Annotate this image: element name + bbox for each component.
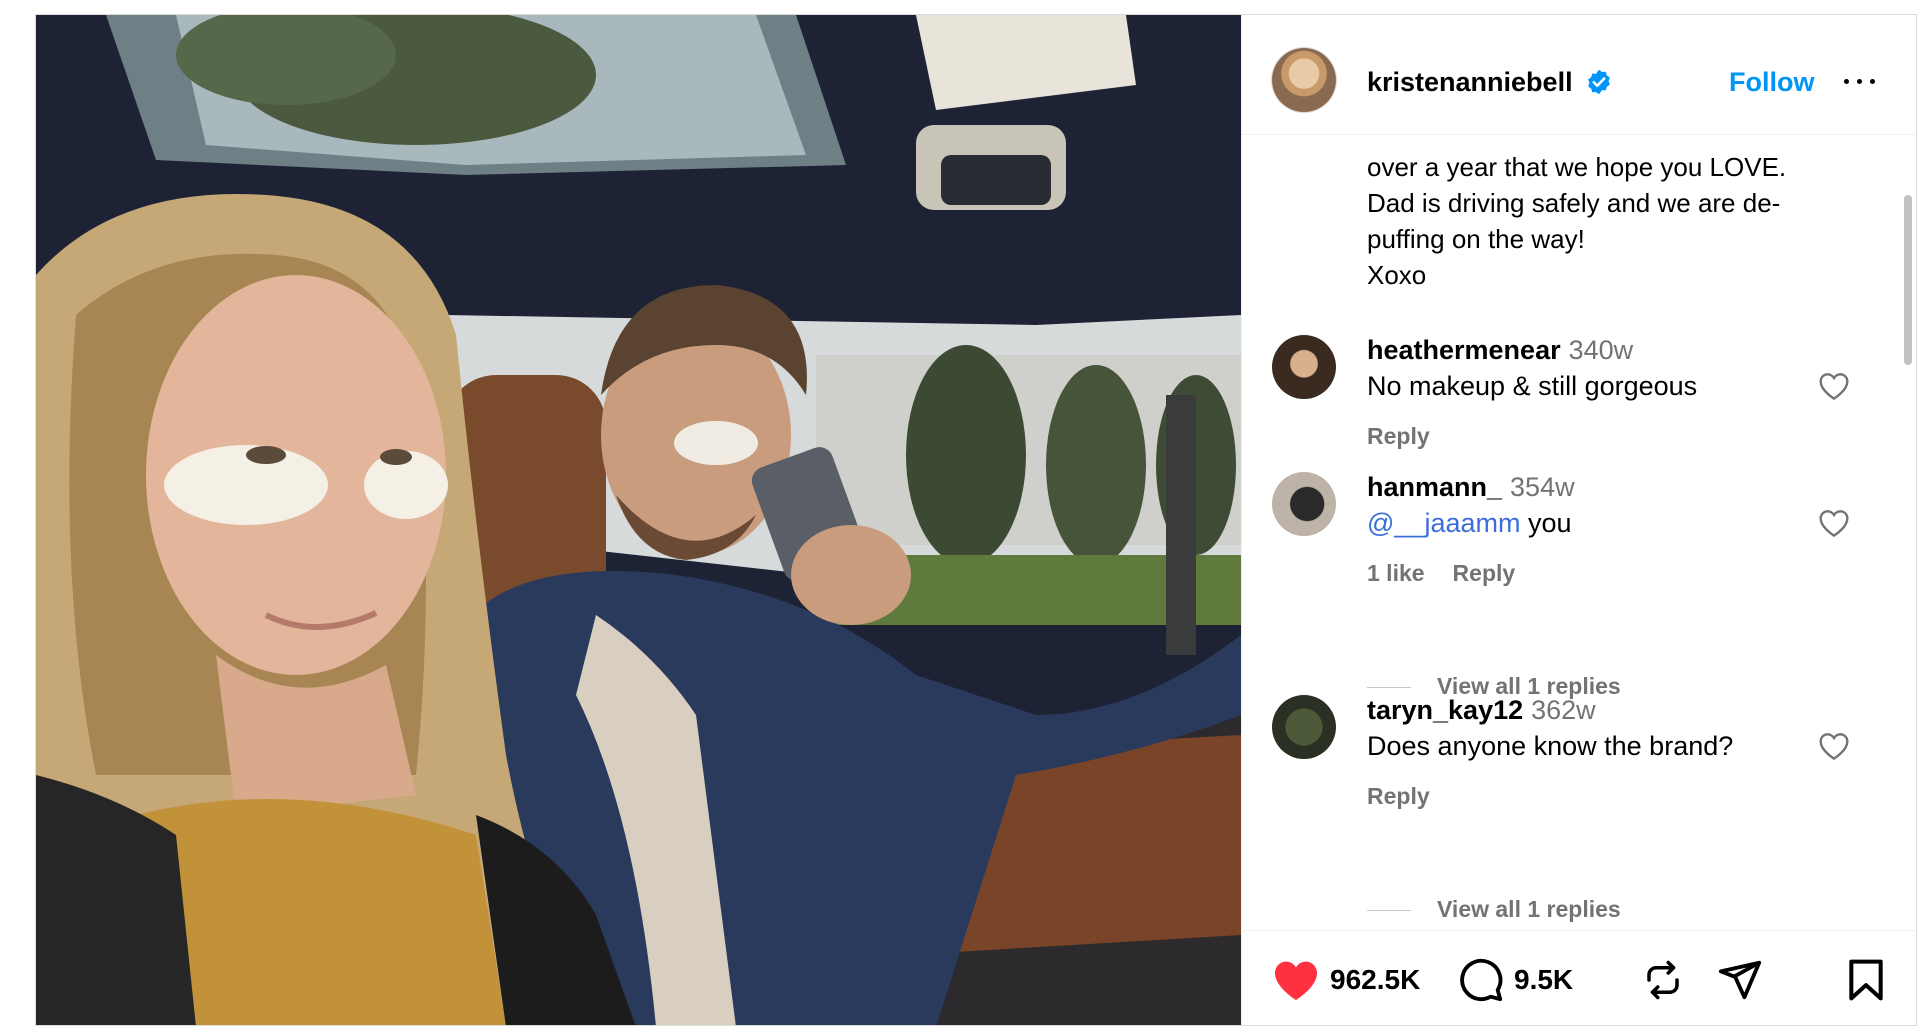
commenter-avatar[interactable]	[1272, 335, 1336, 399]
commenter-username[interactable]: heathermenear	[1367, 335, 1561, 365]
like-count[interactable]: 1 like	[1367, 560, 1425, 586]
comments-list[interactable]: over a year that we hope you LOVE. Dad i…	[1242, 135, 1902, 930]
caption-line: over a year that we hope you LOVE.	[1367, 152, 1787, 182]
comment-timestamp[interactable]: 354w	[1510, 472, 1575, 502]
like-count[interactable]: 962.5K	[1330, 964, 1420, 996]
author-avatar[interactable]	[1272, 48, 1336, 112]
comment-meta: Reply	[1367, 783, 1458, 810]
commenter-avatar[interactable]	[1272, 472, 1336, 536]
share-icon	[1718, 960, 1762, 999]
comment-text: Does anyone know the brand?	[1367, 731, 1734, 761]
follow-button[interactable]: Follow	[1729, 67, 1814, 98]
mention-link[interactable]: @__jaaamm	[1367, 508, 1520, 538]
caption-line: Dad is driving safely and we are de-	[1367, 188, 1781, 218]
commenter-username[interactable]: hanmann_	[1367, 472, 1502, 502]
repost-button[interactable]	[1642, 931, 1684, 1025]
save-button[interactable]	[1847, 931, 1885, 1025]
more-options-icon[interactable]	[1842, 71, 1878, 91]
comment-header: taryn_kay12 362w	[1367, 695, 1596, 726]
comment-text-body: you	[1520, 508, 1572, 538]
heart-outline-icon[interactable]	[1818, 508, 1850, 538]
like-button[interactable]: 962.5K	[1272, 931, 1420, 1025]
view-replies-button[interactable]: View all 1 replies	[1367, 896, 1621, 923]
commenter-username[interactable]: taryn_kay12	[1367, 695, 1523, 725]
post-header: kristenanniebell Follow	[1242, 15, 1916, 135]
post-caption: over a year that we hope you LOVE. Dad i…	[1367, 149, 1847, 293]
view-replies-label: View all 1 replies	[1437, 896, 1621, 922]
reply-button[interactable]: Reply	[1367, 783, 1430, 809]
bookmark-icon	[1849, 959, 1883, 1000]
comment-header: heathermenear 340w	[1367, 335, 1633, 366]
comment-text: No makeup & still gorgeous	[1367, 371, 1698, 401]
heart-outline-icon[interactable]	[1818, 371, 1850, 401]
author-username[interactable]: kristenanniebell	[1367, 67, 1573, 98]
comment-text: @__jaaamm you	[1367, 508, 1572, 539]
caption-line: puffing on the way!	[1367, 224, 1585, 254]
scrollbar-thumb[interactable]	[1904, 195, 1912, 365]
comment-timestamp[interactable]: 340w	[1569, 335, 1634, 365]
caption-line: Xoxo	[1367, 260, 1427, 290]
post-photo[interactable]	[36, 15, 1241, 1025]
reply-button[interactable]: Reply	[1453, 560, 1516, 586]
comment-count[interactable]: 9.5K	[1514, 964, 1573, 996]
post-side-panel: kristenanniebell Follow over a year that…	[1241, 15, 1916, 1025]
share-button[interactable]	[1717, 931, 1763, 1025]
replies-divider	[1367, 687, 1411, 689]
heart-filled-icon	[1275, 961, 1317, 1000]
comment-button[interactable]: 9.5K	[1458, 931, 1573, 1025]
comment-meta: 1 like Reply	[1367, 560, 1543, 587]
replies-divider	[1367, 910, 1411, 912]
comment-timestamp[interactable]: 362w	[1531, 695, 1596, 725]
verified-badge-icon	[1588, 69, 1610, 95]
post-modal: kristenanniebell Follow over a year that…	[35, 14, 1917, 1026]
commenter-avatar[interactable]	[1272, 695, 1336, 759]
comment-icon	[1460, 958, 1503, 1001]
repost-icon	[1647, 960, 1679, 999]
post-actions-bar: 962.5K 9.5K	[1242, 930, 1916, 1025]
heart-outline-icon[interactable]	[1818, 731, 1850, 761]
comment-header: hanmann_ 354w	[1367, 472, 1575, 503]
reply-button[interactable]: Reply	[1367, 423, 1430, 449]
comments-scrollbar[interactable]	[1901, 195, 1915, 365]
car-selfie-illustration	[36, 15, 1241, 1025]
comment-meta: Reply	[1367, 423, 1458, 450]
